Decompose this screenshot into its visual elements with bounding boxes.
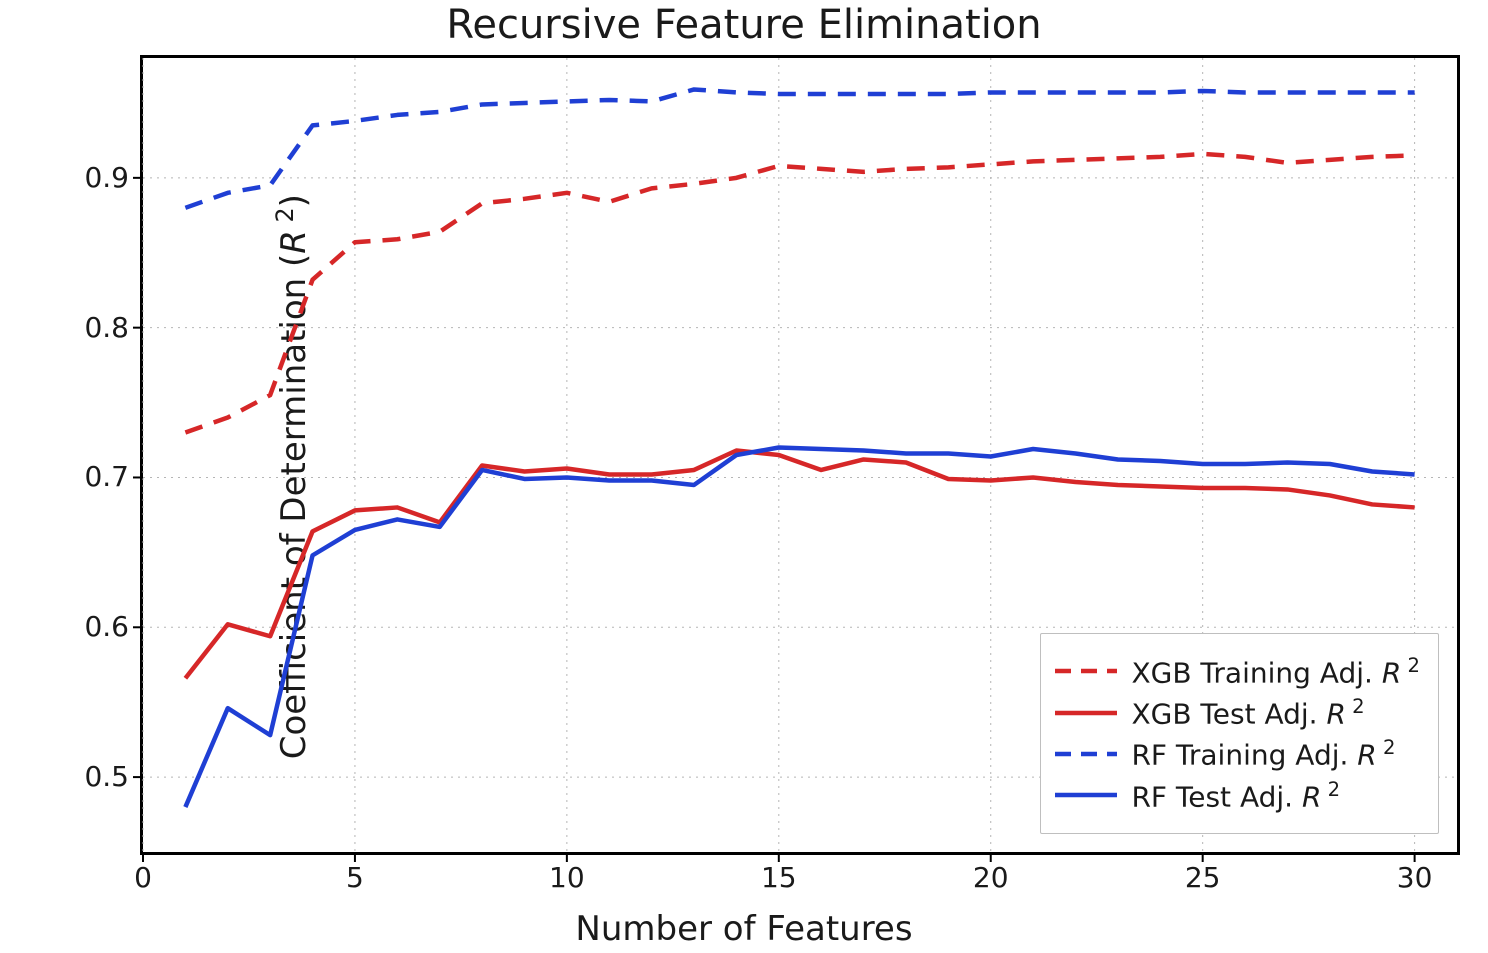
legend-swatch [1055, 787, 1117, 803]
x-tick-label: 5 [346, 864, 364, 892]
legend: XGB Training Adj. R 2 XGB Test Adj. R 2 RF… [1040, 633, 1439, 834]
legend-label: XGB Training Adj. R 2 [1131, 654, 1420, 689]
legend-label: RF Training Adj. R 2 [1131, 736, 1395, 771]
x-tick-label: 15 [761, 864, 797, 892]
y-tick-label: 0.7 [84, 463, 129, 491]
x-tick-label: 20 [973, 864, 1009, 892]
x-tick-label: 10 [549, 864, 585, 892]
series-line [185, 89, 1414, 207]
legend-label: RF Test Adj. R 2 [1131, 778, 1340, 813]
x-axis-label: Number of Features [0, 909, 1488, 949]
y-tick-label: 0.5 [84, 763, 129, 791]
series-line [185, 154, 1414, 433]
legend-label: XGB Test Adj. R 2 [1131, 695, 1364, 730]
plot-area: XGB Training Adj. R 2 XGB Test Adj. R 2 RF… [140, 55, 1460, 855]
x-tick-label: 30 [1397, 864, 1433, 892]
legend-entry: RF Test Adj. R 2 [1055, 778, 1420, 813]
y-tick-label: 0.9 [84, 164, 129, 192]
legend-swatch [1055, 746, 1117, 762]
x-tick-label: 25 [1185, 864, 1221, 892]
legend-entry: XGB Test Adj. R 2 [1055, 695, 1420, 730]
x-tick-label: 0 [134, 864, 152, 892]
legend-entry: RF Training Adj. R 2 [1055, 736, 1420, 771]
y-tick-label: 0.8 [84, 314, 129, 342]
chart-figure: Recursive Feature Elimination Coefficien… [0, 0, 1488, 953]
y-tick-label: 0.6 [84, 613, 129, 641]
legend-swatch [1055, 705, 1117, 721]
legend-entry: XGB Training Adj. R 2 [1055, 654, 1420, 689]
legend-swatch [1055, 663, 1117, 679]
